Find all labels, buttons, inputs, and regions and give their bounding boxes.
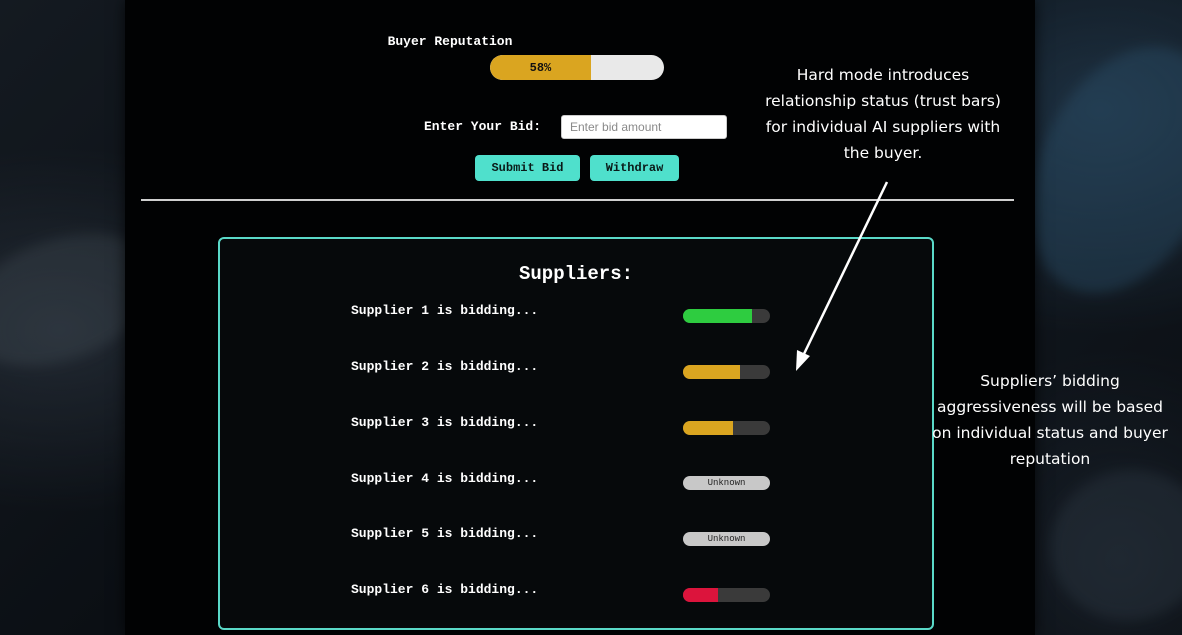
supplier-3-trust-fill (683, 421, 733, 435)
buyer-reputation-bar: 58% (490, 55, 664, 80)
buyer-reputation-value: 58% (529, 60, 552, 75)
buyer-reputation-fill: 58% (490, 55, 591, 80)
supplier-1-status-text: Supplier 1 is bidding... (351, 303, 539, 318)
suppliers-panel: Suppliers: Supplier 1 is bidding... Supp… (218, 237, 934, 630)
supplier-4-trust-bar: Unknown (683, 476, 770, 490)
supplier-6-status-text: Supplier 6 is bidding... (351, 582, 539, 597)
supplier-4-status-text: Supplier 4 is bidding... (351, 471, 539, 486)
bid-label: Enter Your Bid: (424, 119, 542, 134)
supplier-1-trust-fill (683, 309, 752, 323)
supplier-6-trust-bar (683, 588, 770, 602)
suppliers-title: Suppliers: (518, 263, 634, 285)
buyer-reputation-label: Buyer Reputation (387, 34, 513, 49)
aggressiveness-annotation: Suppliers’ bidding aggressiveness will b… (932, 372, 1168, 468)
bid-amount-input[interactable] (561, 115, 727, 139)
submit-bid-button[interactable]: Submit Bid (475, 155, 580, 181)
section-divider (141, 199, 1014, 201)
supplier-5-status-text: Supplier 5 is bidding... (351, 526, 539, 541)
supplier-2-status-text: Supplier 2 is bidding... (351, 359, 539, 374)
supplier-3-trust-bar (683, 421, 770, 435)
supplier-6-trust-fill (683, 588, 718, 602)
supplier-2-trust-fill (683, 365, 740, 379)
withdraw-button[interactable]: Withdraw (590, 155, 679, 181)
supplier-4-trust-unknown: Unknown (707, 478, 746, 488)
supplier-5-trust-bar: Unknown (683, 532, 770, 546)
supplier-3-status-text: Supplier 3 is bidding... (351, 415, 539, 430)
supplier-2-trust-bar (683, 365, 770, 379)
hard-mode-annotation: Hard mode introduces relationship status… (765, 66, 1001, 162)
supplier-5-trust-unknown: Unknown (707, 534, 746, 544)
supplier-1-trust-bar (683, 309, 770, 323)
